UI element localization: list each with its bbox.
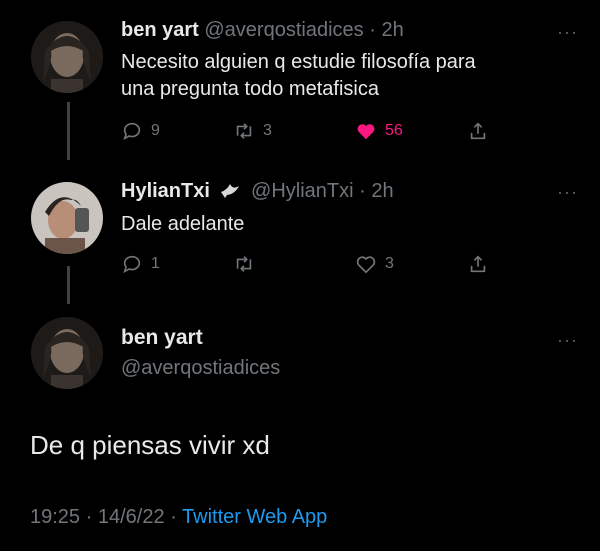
avatar[interactable]: [31, 21, 103, 93]
tweet-actions: 1 3: [121, 253, 501, 277]
tweet-text: Necesito alguien q estudie filosofía par…: [121, 49, 476, 103]
timestamp[interactable]: 2h: [371, 180, 393, 202]
reply-icon: [123, 255, 141, 273]
separator: ·: [85, 506, 93, 528]
reply-icon: [123, 122, 141, 140]
share-icon: [470, 255, 486, 273]
tweet-time[interactable]: 19:25: [30, 506, 80, 528]
user-handle[interactable]: @averqostiadices: [121, 357, 280, 380]
heart-filled-icon: [357, 124, 375, 140]
like-button[interactable]: 3: [355, 253, 394, 275]
tweet-text-line: Necesito alguien q estudie filosofía par…: [121, 51, 476, 73]
retweet-count: 3: [263, 122, 272, 139]
more-options-icon[interactable]: ···: [557, 22, 578, 43]
like-count: 3: [385, 255, 394, 272]
avatar[interactable]: [31, 182, 103, 254]
tweet-header: ben yart @averqostiadices · 2h: [121, 19, 404, 42]
heart-icon: [356, 256, 376, 274]
tweet-text: De q piensas vivir xd: [30, 430, 270, 460]
reply-count: 1: [151, 255, 160, 272]
tweet-source-link[interactable]: Twitter Web App: [182, 506, 327, 528]
display-name[interactable]: ben yart: [121, 326, 203, 350]
separator: ·: [369, 19, 376, 41]
retweet-icon: [236, 123, 252, 139]
reply-count: 9: [151, 122, 160, 139]
tweet-actions: 9 3 56: [121, 120, 501, 144]
user-handle[interactable]: @HylianTxi: [251, 180, 354, 202]
avatar-image: [31, 182, 103, 254]
user-handle[interactable]: @averqostiadices: [204, 19, 363, 41]
tweet-meta: 19:25 · 14/6/22 · Twitter Web App: [30, 506, 327, 529]
retweet-icon: [236, 256, 252, 272]
more-options-icon[interactable]: ···: [557, 330, 578, 351]
display-name[interactable]: HylianTxi: [121, 180, 210, 202]
avatar[interactable]: [31, 317, 103, 389]
reply-button[interactable]: 1: [121, 253, 160, 275]
avatar-image: [31, 317, 103, 389]
retweet-button[interactable]: [233, 253, 255, 275]
like-button[interactable]: 56: [355, 120, 403, 142]
share-button[interactable]: [467, 120, 489, 142]
tweet-text-line: una pregunta todo metafisica: [121, 78, 379, 100]
like-count: 56: [385, 122, 403, 139]
tweet-date[interactable]: 14/6/22: [98, 506, 165, 528]
share-button[interactable]: [467, 253, 489, 275]
retweet-button[interactable]: 3: [233, 120, 272, 142]
display-name[interactable]: ben yart: [121, 19, 199, 41]
tweet-2[interactable]: HylianTxi @HylianTxi · 2h ··· Dale adela…: [0, 160, 600, 300]
separator: ·: [359, 180, 366, 202]
reply-button[interactable]: 9: [121, 120, 160, 142]
tweet-1[interactable]: ben yart @averqostiadices · 2h ··· Neces…: [0, 0, 600, 160]
timestamp[interactable]: 2h: [381, 19, 403, 41]
tweet-header: HylianTxi @HylianTxi · 2h: [121, 180, 394, 206]
dove-icon: [219, 180, 241, 206]
avatar-image: [31, 21, 103, 93]
tweet-text: Dale adelante: [121, 213, 245, 235]
more-options-icon[interactable]: ···: [557, 182, 578, 203]
share-icon: [470, 122, 486, 140]
separator: ·: [170, 506, 177, 528]
